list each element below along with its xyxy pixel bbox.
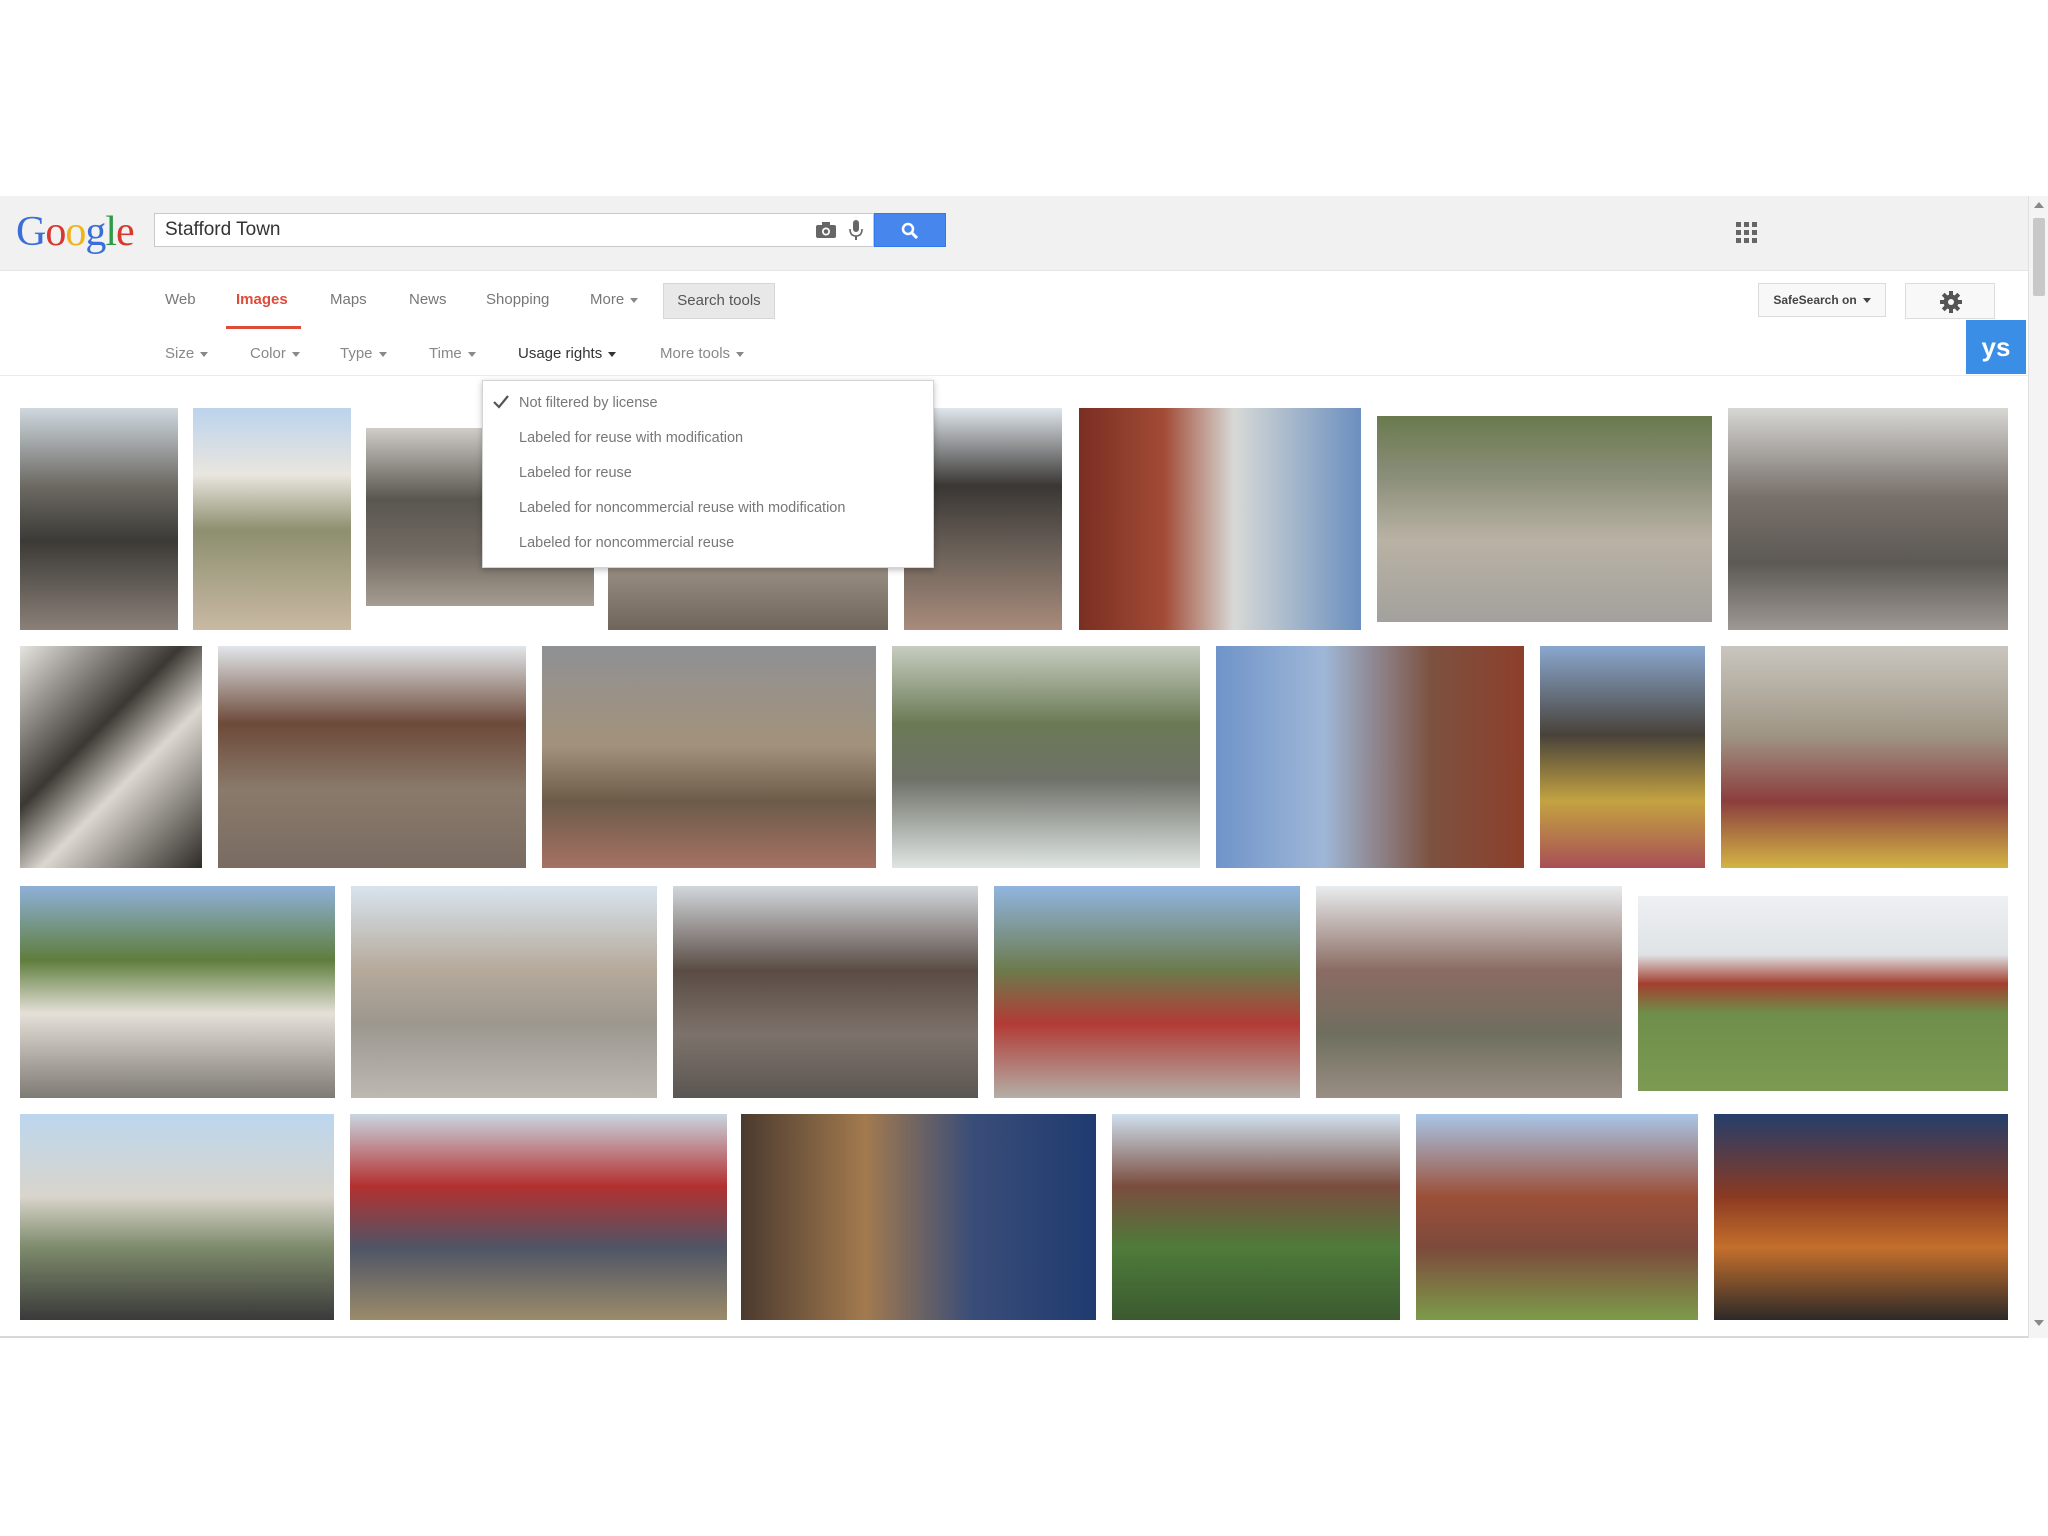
usage-rights-menu: Not filtered by license Labeled for reus… [482,380,934,568]
tab-more[interactable]: More [590,291,639,331]
gear-icon [1940,291,1962,313]
image-result[interactable] [608,566,888,630]
menu-item-not-filtered[interactable]: Not filtered by license [519,395,658,411]
google-logo[interactable]: Google [16,208,135,256]
search-box [154,213,874,247]
scroll-up-icon[interactable] [2034,202,2044,208]
search-nav: Web Images Maps News Shopping More Searc… [0,271,2028,331]
camera-icon[interactable] [815,221,837,239]
tool-usage-rights-label: Usage rights [518,345,603,362]
image-result[interactable] [741,1114,1096,1320]
search-icon [901,222,919,240]
chevron-down-icon [736,351,745,357]
image-result[interactable] [351,886,657,1098]
image-result[interactable] [20,646,202,868]
image-result[interactable] [1416,1114,1698,1320]
scroll-down-icon[interactable] [2034,1320,2044,1326]
active-tab-indicator [226,326,301,329]
search-input[interactable] [165,214,805,246]
image-result[interactable] [20,886,335,1098]
menu-item-reuse[interactable]: Labeled for reuse [519,465,632,481]
image-result[interactable] [892,646,1200,868]
image-result[interactable] [1638,896,2008,1091]
chevron-down-icon [1862,298,1871,304]
tab-more-label: More [590,291,625,308]
image-result[interactable] [20,1114,334,1320]
search-tools-row: Size Color Type Time Usage rights More t… [0,333,2028,376]
chevron-down-icon [378,351,387,357]
tool-usage-rights[interactable]: Usage rights [518,345,617,362]
browser-viewport: Google Web Images Maps News Shopping Mor… [0,196,2048,1338]
settings-button[interactable] [1905,283,1995,319]
safesearch-label: SafeSearch on [1773,293,1857,307]
tab-images[interactable]: Images [236,291,288,331]
divider [0,1336,2028,1338]
image-result[interactable] [1540,646,1705,868]
chevron-down-icon [467,351,476,357]
checkmark-icon [493,395,509,409]
vertical-scrollbar[interactable] [2028,196,2048,1338]
tool-more-tools[interactable]: More tools [660,345,745,362]
image-result[interactable] [542,646,876,868]
image-result[interactable] [1079,408,1361,630]
safesearch-button[interactable]: SafeSearch on [1758,283,1886,317]
chevron-down-icon [291,351,300,357]
tool-size[interactable]: Size [165,345,209,362]
search-button[interactable] [874,213,946,247]
chevron-down-icon [630,297,639,303]
search-tools-button[interactable]: Search tools [663,283,775,319]
image-result[interactable] [1377,416,1712,622]
tab-shopping[interactable]: Shopping [486,291,549,331]
apps-grid-icon[interactable] [1736,222,1758,244]
tool-color-label: Color [250,345,286,362]
tab-web[interactable]: Web [165,291,196,331]
tab-news[interactable]: News [409,291,447,331]
image-result[interactable] [1721,646,2008,868]
image-result[interactable] [1216,646,1524,868]
tool-type-label: Type [340,345,373,362]
image-result[interactable] [218,646,526,868]
tool-time[interactable]: Time [429,345,476,362]
scrollbar-thumb[interactable] [2033,218,2045,296]
tool-size-label: Size [165,345,195,362]
image-result[interactable] [1714,1114,2008,1320]
image-result[interactable] [350,1114,727,1320]
mic-icon[interactable] [849,219,863,241]
image-result[interactable] [673,886,978,1098]
image-result[interactable] [1316,886,1622,1098]
chevron-down-icon [608,351,617,357]
tab-maps[interactable]: Maps [330,291,367,331]
image-result[interactable] [994,886,1300,1098]
tool-type[interactable]: Type [340,345,387,362]
image-result[interactable] [1728,408,2008,630]
menu-item-reuse-modification[interactable]: Labeled for reuse with modification [519,430,743,446]
image-result[interactable] [193,408,351,630]
image-result[interactable] [20,408,178,630]
tool-time-label: Time [429,345,462,362]
search-header: Google [0,196,2048,271]
image-result[interactable] [1112,1114,1400,1320]
extension-badge[interactable]: ys [1966,320,2026,374]
menu-item-noncommercial-modification[interactable]: Labeled for noncommercial reuse with mod… [519,500,845,516]
tool-color[interactable]: Color [250,345,300,362]
menu-item-noncommercial-reuse[interactable]: Labeled for noncommercial reuse [519,535,734,551]
chevron-down-icon [200,351,209,357]
tool-more-tools-label: More tools [660,345,731,362]
